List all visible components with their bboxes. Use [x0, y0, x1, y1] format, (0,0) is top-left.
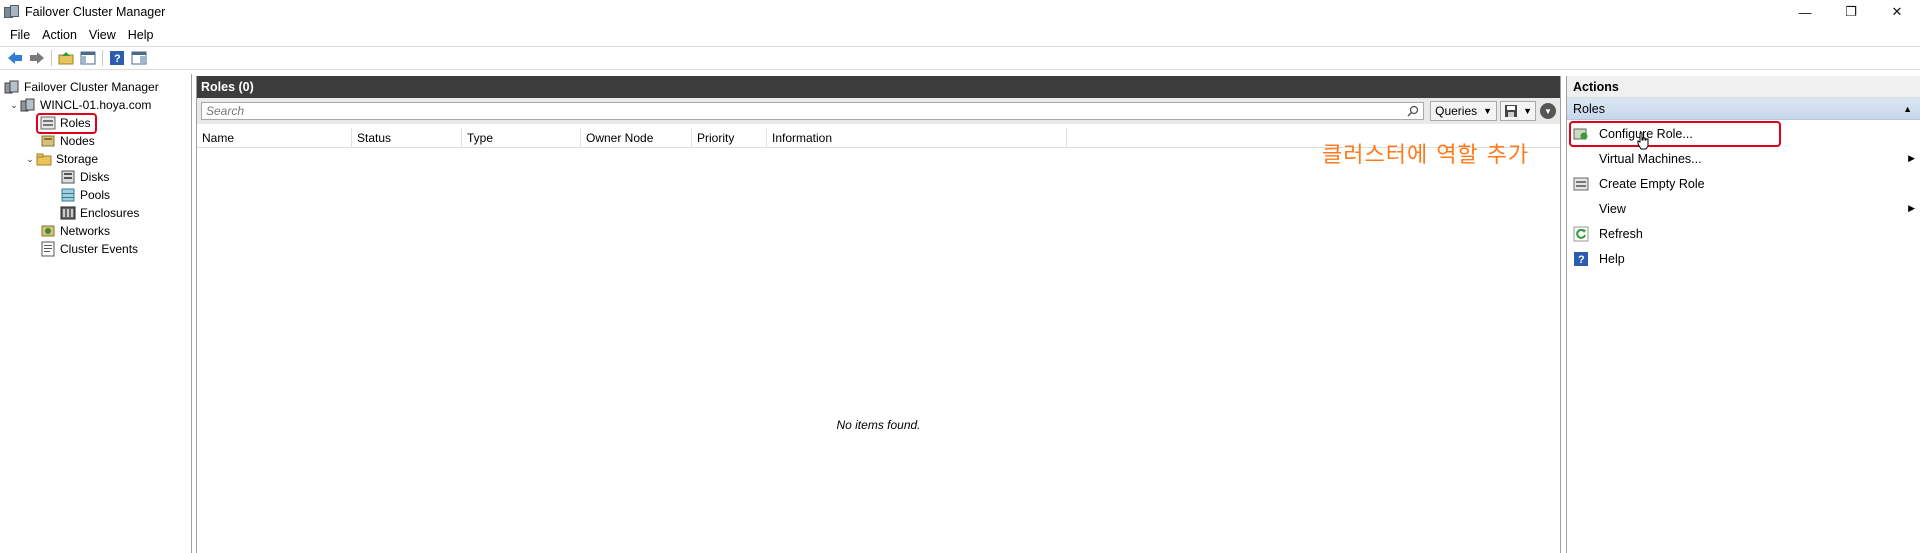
up-folder-icon[interactable]	[55, 48, 77, 68]
actions-section-roles[interactable]: Roles ▲	[1567, 98, 1920, 120]
collapse-arrow-icon[interactable]: ▲	[1903, 98, 1912, 120]
tree-label: Nodes	[60, 134, 95, 148]
empty-list-message: No items found.	[836, 418, 921, 432]
chevron-down-icon[interactable]: ⌄	[8, 100, 20, 111]
column-header-status[interactable]: Status	[352, 128, 462, 148]
action-refresh[interactable]: Refresh	[1567, 223, 1920, 245]
help-icon: ?	[1573, 251, 1589, 267]
close-button[interactable]: ✕	[1874, 0, 1920, 24]
toolbar-separator	[102, 50, 103, 66]
tree-label: Failover Cluster Manager	[24, 80, 159, 94]
column-header-information[interactable]: Information	[767, 128, 1067, 148]
tree-item-disks[interactable]: Disks	[60, 168, 109, 186]
forward-arrow-icon[interactable]	[26, 48, 48, 68]
action-label: Refresh	[1599, 227, 1643, 241]
column-header-name[interactable]: Name	[197, 128, 352, 148]
navigation-tree: Failover Cluster Manager ⌄ WINCL-01.hoya…	[0, 74, 192, 553]
show-hide-action-pane-icon[interactable]	[128, 48, 150, 68]
refresh-icon	[1573, 226, 1589, 242]
action-virtual-machines[interactable]: Virtual Machines... ▶	[1567, 148, 1920, 170]
window-title: Failover Cluster Manager	[25, 5, 166, 19]
tree-item-cluster-events[interactable]: Cluster Events	[40, 240, 138, 258]
tree-item-storage[interactable]: ⌄ Storage	[24, 150, 98, 168]
menu-action[interactable]: Action	[36, 24, 83, 46]
hand-cursor-icon	[1637, 132, 1649, 150]
tree-label: Pools	[80, 188, 111, 202]
column-header-priority[interactable]: Priority	[692, 128, 767, 148]
dropdown-arrow-icon: ▼	[1483, 106, 1493, 116]
title-bar: Failover Cluster Manager — ❐ ✕	[0, 0, 1920, 24]
cluster-app-icon	[4, 4, 20, 20]
roles-highlight-box	[36, 113, 97, 134]
queries-label: Queries	[1435, 104, 1478, 118]
actions-title: Actions	[1567, 76, 1920, 98]
tree-label: Cluster Events	[60, 242, 139, 256]
tree-label: Networks	[60, 224, 111, 238]
nodes-icon	[40, 133, 56, 149]
tree-item-nodes[interactable]: Nodes	[40, 132, 95, 150]
tree-item-networks[interactable]: Networks	[40, 222, 110, 240]
action-help[interactable]: ? Help	[1567, 248, 1920, 270]
expand-chevron-icon[interactable]: ▼	[1540, 103, 1556, 119]
action-label: Help	[1599, 252, 1625, 266]
search-placeholder: Search	[206, 104, 245, 118]
restore-button[interactable]: ❐	[1828, 0, 1874, 24]
window-controls: — ❐ ✕	[1782, 0, 1920, 24]
save-query-button[interactable]: ▼	[1500, 101, 1536, 121]
action-label: View	[1599, 202, 1626, 216]
menu-help[interactable]: Help	[122, 24, 160, 46]
tree-item-failover-cluster-manager[interactable]: Failover Cluster Manager	[4, 78, 159, 96]
column-header-owner-node[interactable]: Owner Node	[581, 128, 692, 148]
actions-pane: Actions Roles ▲ Configure Role... Virtua…	[1566, 76, 1920, 553]
section-label: Roles	[1573, 102, 1605, 116]
blank-icon	[1573, 151, 1589, 167]
action-create-empty-role[interactable]: Create Empty Role	[1567, 173, 1920, 195]
submenu-arrow-icon: ▶	[1908, 203, 1915, 213]
save-icon	[1505, 105, 1518, 117]
action-label: Create Empty Role	[1599, 177, 1705, 191]
cluster-icon	[20, 97, 36, 113]
search-row: Search Queries ▼ ▼ ▼	[197, 98, 1560, 124]
toolbar-separator	[51, 50, 52, 66]
minimize-button[interactable]: —	[1782, 0, 1828, 24]
search-input[interactable]: Search	[201, 102, 1425, 120]
dropdown-arrow-icon: ▼	[1523, 106, 1532, 116]
tree-label: Enclosures	[80, 206, 140, 220]
storage-icon	[36, 151, 52, 167]
configure-role-highlight-box	[1569, 121, 1781, 147]
submenu-arrow-icon: ▶	[1908, 153, 1915, 163]
show-hide-tree-icon[interactable]	[77, 48, 99, 68]
roles-pane-title: Roles (0)	[197, 76, 1560, 98]
tree-label: WINCL-01.hoya.com	[40, 98, 152, 112]
back-arrow-icon[interactable]	[4, 48, 26, 68]
tree-label: Storage	[56, 152, 99, 166]
action-label: Virtual Machines...	[1599, 152, 1702, 166]
tree-item-pools[interactable]: Pools	[60, 186, 110, 204]
cluster-manager-icon	[4, 79, 20, 95]
tree-label: Disks	[80, 170, 110, 184]
events-icon	[40, 241, 56, 257]
svg-text:?: ?	[1578, 254, 1585, 266]
menu-bar: File Action View Help	[0, 24, 1920, 46]
column-header-type[interactable]: Type	[462, 128, 581, 148]
menu-view[interactable]: View	[83, 24, 122, 46]
blank-icon	[1573, 201, 1589, 217]
action-view[interactable]: View ▶	[1567, 198, 1920, 220]
search-icon[interactable]	[1407, 105, 1419, 117]
toolbar: ?	[0, 46, 1920, 70]
queries-button[interactable]: Queries ▼	[1430, 101, 1498, 121]
help-icon[interactable]: ?	[106, 48, 128, 68]
chevron-down-icon[interactable]: ⌄	[24, 154, 36, 165]
menu-file[interactable]: File	[4, 24, 36, 46]
networks-icon	[40, 223, 56, 239]
pools-icon	[60, 187, 76, 203]
tree-item-enclosures[interactable]: Enclosures	[60, 204, 139, 222]
create-role-icon	[1573, 176, 1589, 192]
tree-item-cluster[interactable]: ⌄ WINCL-01.hoya.com	[8, 96, 151, 114]
disks-icon	[60, 169, 76, 185]
enclosures-icon	[60, 205, 76, 221]
annotation-text: 클러스터에 역할 추가	[1322, 143, 1530, 168]
svg-text:?: ?	[114, 53, 121, 65]
